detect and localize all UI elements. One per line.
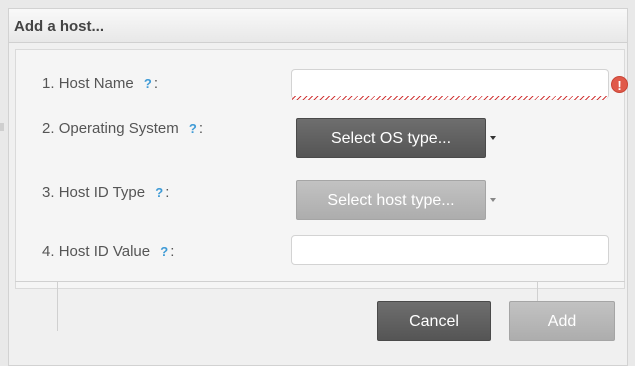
host-name-colon: : (153, 75, 159, 92)
os-type-caret-down-icon[interactable] (490, 136, 496, 140)
host-id-type-text: Host ID Type (58, 184, 146, 201)
host-name-label: 1. Host Name ?: (42, 75, 158, 92)
add-button[interactable]: Add (509, 301, 615, 341)
error-underline (292, 96, 608, 100)
operating-system-colon: : (198, 120, 204, 137)
host-id-value-input[interactable] (291, 235, 609, 265)
resize-handle[interactable] (0, 123, 4, 131)
error-icon: ! (611, 76, 628, 93)
host-name-help-icon[interactable]: ? (144, 76, 152, 91)
host-id-value-label: 4. Host ID Value ?: (42, 243, 174, 260)
dialog-titlebar: Add a host... (9, 9, 627, 43)
host-id-type-number: 3. (42, 184, 55, 201)
form-panel: 1. Host Name ?: ! 2. Operating System ?:… (15, 49, 628, 289)
host-id-value-number: 4. (42, 243, 55, 260)
host-name-input[interactable] (291, 69, 609, 100)
host-type-caret-down-icon[interactable] (490, 198, 496, 202)
divider (15, 281, 625, 282)
host-id-value-help-icon[interactable]: ? (160, 244, 168, 259)
operating-system-label: 2. Operating System ?: (42, 120, 203, 137)
operating-system-number: 2. (42, 120, 55, 137)
host-name-text: Host Name (58, 75, 134, 92)
select-host-type-button[interactable]: Select host type... (296, 180, 486, 220)
host-name-number: 1. (42, 75, 55, 92)
select-os-type-button[interactable]: Select OS type... (296, 118, 486, 158)
operating-system-text: Operating System (58, 120, 179, 137)
host-id-value-colon: : (170, 243, 175, 260)
host-id-type-colon: : (165, 184, 170, 201)
host-id-value-text: Host ID Value (58, 243, 151, 260)
dialog-title: Add a host... (14, 18, 104, 35)
host-id-type-help-icon[interactable]: ? (155, 185, 163, 200)
operating-system-help-icon[interactable]: ? (189, 121, 197, 136)
divider (57, 281, 58, 331)
host-id-type-label: 3. Host ID Type ?: (42, 184, 169, 201)
cancel-button[interactable]: Cancel (377, 301, 491, 341)
add-host-dialog: Add a host... 1. Host Name ?: ! 2. Opera… (8, 8, 628, 366)
